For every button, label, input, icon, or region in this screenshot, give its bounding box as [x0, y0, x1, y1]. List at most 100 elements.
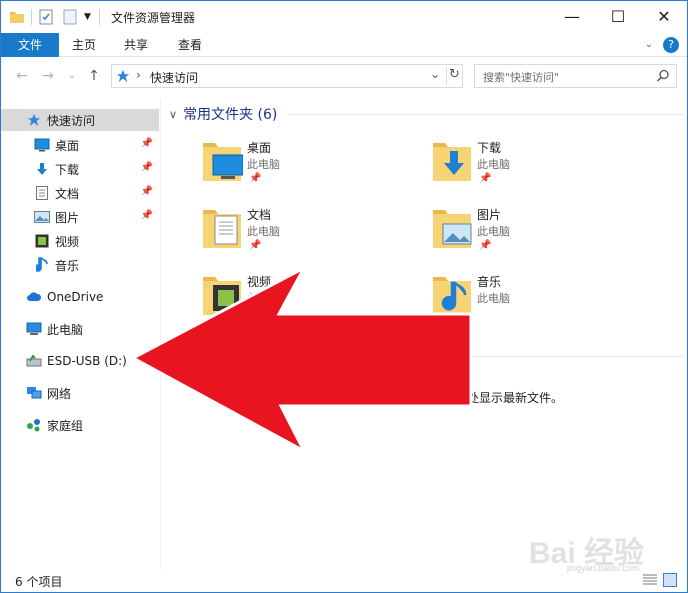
folder-tile-pictures[interactable]: 图片 此电脑 📌: [431, 204, 631, 264]
folder-name: 视频: [247, 275, 272, 289]
usb-drive-icon: [26, 353, 42, 369]
nav-label: 网络: [47, 386, 72, 401]
folder-location: 此电脑: [247, 225, 280, 238]
pin-icon[interactable]: 📌: [141, 162, 153, 173]
folder-app-icon: [10, 12, 24, 23]
folder-tile-desktop[interactable]: 桌面 此电脑 📌: [201, 137, 401, 197]
section-title: 常用文件夹 (6): [183, 107, 278, 123]
minimize-button[interactable]: —: [549, 1, 595, 31]
downloads-folder-icon: [433, 143, 471, 181]
help-icon[interactable]: ?: [663, 37, 679, 53]
music-folder-icon: [433, 277, 471, 315]
nav-label: 快速访问: [47, 113, 96, 128]
nav-item-music[interactable]: 音乐: [1, 254, 159, 276]
star-icon: [26, 112, 42, 128]
folder-name: 下载: [477, 141, 502, 155]
network-icon: [26, 385, 42, 401]
chevron-down-icon[interactable]: ∨: [169, 350, 177, 363]
pin-icon[interactable]: 📌: [141, 186, 153, 197]
search-icon[interactable]: [656, 69, 670, 83]
nav-label: 音乐: [55, 258, 80, 273]
nav-label: 桌面: [55, 138, 80, 153]
address-bar[interactable]: › 快速访问 ⌄ ↻: [111, 64, 463, 88]
search-box[interactable]: 搜索"快速访问": [474, 64, 677, 88]
recent-files-header[interactable]: ∨ 最近使用的文件 (0): [169, 345, 305, 367]
pin-icon[interactable]: 📌: [479, 240, 491, 251]
nav-homegroup[interactable]: 家庭组: [1, 414, 159, 436]
folder-name: 桌面: [247, 141, 272, 155]
tab-home[interactable]: 主页: [63, 33, 105, 57]
refresh-icon[interactable]: ↻: [449, 67, 460, 82]
pin-icon[interactable]: 📌: [141, 138, 153, 149]
customize-toolbar-icon[interactable]: ▼: [84, 12, 91, 22]
document-icon: [34, 185, 50, 201]
nav-item-desktop[interactable]: 桌面 📌: [1, 134, 159, 156]
toolbar-divider: [98, 9, 100, 25]
maximize-button[interactable]: ☐: [595, 1, 641, 31]
nav-label: ESD-USB (D:): [47, 354, 127, 368]
folder-tile-documents[interactable]: 文档 此电脑 📌: [201, 204, 401, 264]
nav-this-pc[interactable]: 此电脑: [1, 318, 159, 340]
desktop-icon: [34, 137, 50, 153]
tab-file[interactable]: 文件: [1, 33, 59, 57]
section-title: 最近使用的文件 (0): [183, 349, 306, 365]
picture-icon: [34, 209, 50, 225]
title-bar: ▼ 文件资源管理器 — ☐ ✕: [1, 1, 687, 33]
nav-item-downloads[interactable]: 下载 📌: [1, 158, 159, 180]
close-button[interactable]: ✕: [641, 1, 687, 31]
back-button[interactable]: ←: [13, 67, 31, 85]
pictures-folder-icon: [433, 210, 472, 248]
videos-folder-icon: [203, 277, 241, 315]
path-separator: ›: [136, 68, 141, 82]
watermark-url: jingyan.baidu.com: [567, 563, 640, 573]
up-button[interactable]: ↑: [85, 67, 103, 85]
pin-icon[interactable]: 📌: [479, 173, 491, 184]
download-icon: [34, 161, 50, 177]
tab-share[interactable]: 共享: [115, 33, 157, 57]
frequent-folders-header[interactable]: ∨ 常用文件夹 (6): [169, 103, 277, 125]
nav-item-pictures[interactable]: 图片 📌: [1, 206, 159, 228]
pin-icon[interactable]: 📌: [249, 240, 261, 251]
section-divider: [313, 356, 683, 357]
explorer-window: ▼ 文件资源管理器 — ☐ ✕ 文件 主页 共享 查看 ⌄ ? ← → ⌄ ↑ …: [0, 0, 688, 593]
ribbon-expand-icon[interactable]: ⌄: [641, 33, 657, 57]
folder-location: 此电脑: [477, 225, 510, 238]
folder-tile-downloads[interactable]: 下载 此电脑 📌: [431, 137, 631, 197]
folder-name: 音乐: [477, 275, 502, 289]
section-divider: [287, 114, 683, 115]
folder-tile-music[interactable]: 音乐 此电脑: [431, 271, 631, 331]
nav-onedrive[interactable]: OneDrive: [1, 286, 159, 308]
large-icons-view-icon[interactable]: [663, 573, 677, 587]
homegroup-icon: [26, 417, 42, 433]
new-folder-icon[interactable]: [62, 9, 78, 25]
nav-label: 家庭组: [47, 418, 84, 433]
window-title: 文件资源管理器: [111, 11, 196, 25]
pin-icon[interactable]: 📌: [249, 173, 261, 184]
nav-item-documents[interactable]: 文档 📌: [1, 182, 159, 204]
nav-item-videos[interactable]: 视频: [1, 230, 159, 252]
forward-button[interactable]: →: [39, 67, 57, 85]
nav-quick-access[interactable]: 快速访问: [1, 109, 159, 131]
nav-label: 此电脑: [47, 322, 84, 337]
quick-access-toolbar: ▼: [9, 7, 100, 27]
details-view-icon[interactable]: [643, 574, 657, 586]
address-location[interactable]: 快速访问: [150, 69, 198, 86]
computer-icon: [26, 321, 42, 337]
search-input[interactable]: 搜索"快速访问": [483, 69, 559, 85]
nav-network[interactable]: 网络: [1, 382, 159, 404]
properties-icon[interactable]: [38, 9, 54, 25]
address-row: ← → ⌄ ↑ › 快速访问 ⌄ ↻ 搜索"快速访问": [1, 59, 687, 93]
content-pane: ∨ 常用文件夹 (6) 桌面 此电脑 📌 下载 此电脑 📌 文档 此电脑 📌 图…: [163, 99, 687, 569]
folder-location: 此电脑: [477, 292, 510, 305]
pin-icon[interactable]: 📌: [141, 210, 153, 221]
tab-view[interactable]: 查看: [169, 33, 211, 57]
nav-label: 下载: [55, 162, 80, 177]
folder-tile-videos[interactable]: 视频 此电脑: [201, 271, 401, 331]
nav-label: 视频: [55, 234, 80, 249]
chevron-down-icon[interactable]: ∨: [169, 108, 177, 121]
folder-location: 此电脑: [247, 292, 280, 305]
recent-locations-button[interactable]: ⌄: [63, 67, 81, 85]
music-icon: [34, 257, 50, 273]
nav-usb-drive[interactable]: ESD-USB (D:): [1, 350, 159, 372]
address-dropdown-icon[interactable]: ⌄: [430, 67, 440, 81]
